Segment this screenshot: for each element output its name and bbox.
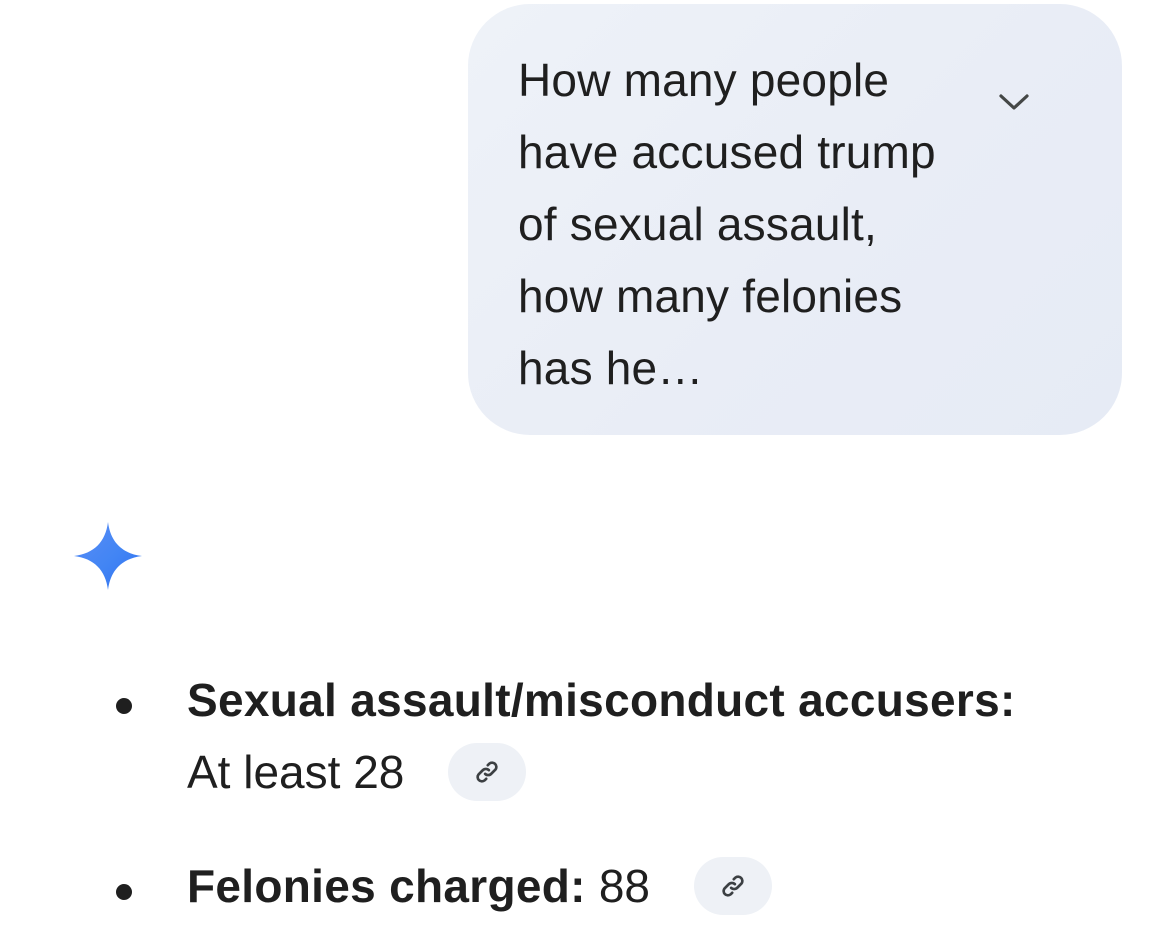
chevron-down-icon <box>999 94 1029 110</box>
source-link-button[interactable] <box>694 856 773 915</box>
link-icon <box>476 761 499 783</box>
source-link-button[interactable] <box>448 742 527 801</box>
expand-prompt-button[interactable] <box>988 76 1040 128</box>
user-prompt-bubble[interactable]: How many people have accused trump of se… <box>468 4 1122 435</box>
item-label: Felonies charged: <box>187 860 599 912</box>
user-prompt-text: How many people have accused trump of se… <box>518 54 936 394</box>
bullet-dot <box>116 698 132 714</box>
link-icon <box>722 875 744 897</box>
item-value: At least 28 <box>187 746 405 798</box>
chat-page: How many people have accused trump of se… <box>0 0 1170 941</box>
bullet-dot <box>116 884 132 900</box>
item-value: 88 <box>598 860 651 912</box>
list-item-body: Felonies charged: 88 <box>187 850 1127 922</box>
item-label: Sexual assault/misconduct accusers: <box>187 674 1016 726</box>
item-value-line: At least 28 <box>187 736 1127 808</box>
list-item-body: Sexual assault/misconduct accusers: At l… <box>187 664 1127 808</box>
gemini-sparkle-icon <box>74 522 142 590</box>
